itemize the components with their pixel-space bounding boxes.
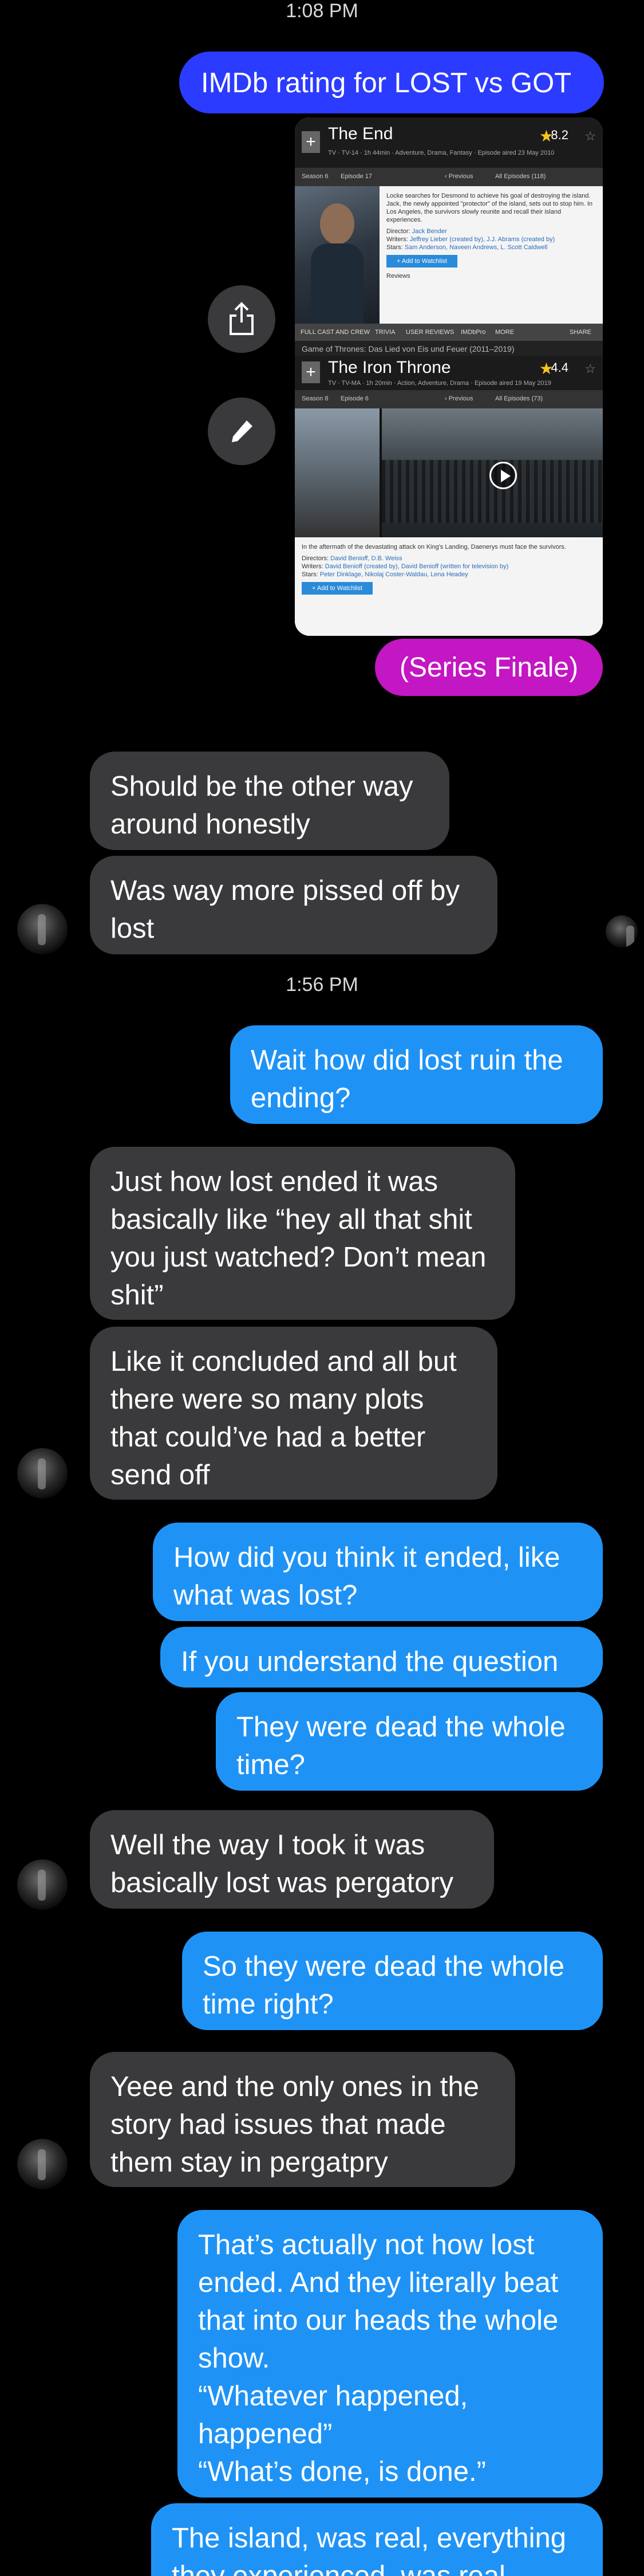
add-icon: +: [302, 131, 320, 153]
imdb-header: + The End TV · TV-14 · 1h 44min · Advent…: [295, 117, 603, 168]
avatar[interactable]: [17, 1448, 68, 1499]
episode-meta: TV · TV-14 · 1h 44min · Adventure, Drama…: [328, 150, 555, 156]
writers-label: Writers:: [386, 236, 408, 243]
share-button[interactable]: [208, 285, 275, 353]
message-incoming[interactable]: Like it concluded and all but there were…: [90, 1327, 497, 1500]
tab: SHARE: [570, 329, 591, 336]
message-incoming[interactable]: Should be the other way around honestly: [90, 752, 449, 850]
episode-media: [295, 408, 603, 537]
rating-value: 4.4: [551, 360, 568, 375]
imdb-header-2: + The Iron Throne TV · TV-MA · 1h 20min …: [295, 356, 603, 390]
tab: USER REVIEWS: [406, 329, 455, 336]
episode-nav: Season 6 Episode 17 ‹ Previous All Episo…: [295, 168, 603, 186]
season-label: Season 6: [302, 173, 329, 180]
markup-button[interactable]: [208, 398, 275, 465]
avatar[interactable]: [17, 2139, 68, 2189]
stars-label: Stars:: [386, 244, 403, 251]
episode-text: Locke searches for Desmond to achieve hi…: [386, 192, 596, 280]
add-icon: +: [302, 361, 320, 383]
episode-label: Episode 6: [341, 395, 369, 402]
pen-icon: [232, 420, 252, 442]
stars-row: Stars: Sam Anderson, Naveen Andrews, L. …: [386, 243, 596, 251]
series-title: Game of Thrones: Das Lied von Eis und Fe…: [302, 344, 515, 353]
plot: In the aftermath of the devastating atta…: [302, 544, 566, 550]
all-episodes-link: All Episodes (73): [495, 395, 543, 402]
all-episodes-link: All Episodes (118): [495, 173, 546, 180]
watchlist-button: + Add to Watchlist: [386, 255, 457, 268]
writers-names: Jeffrey Lieber (created by), J.J. Abrams…: [409, 236, 555, 243]
message-outgoing[interactable]: How did you think it ended, like what wa…: [153, 1523, 603, 1621]
avatar[interactable]: [17, 904, 68, 954]
tab: IMDbPro: [461, 329, 486, 336]
rating-value: 8.2: [551, 128, 568, 142]
rate-this: ☆: [584, 361, 596, 376]
writers-row: Writers: Jeffrey Lieber (created by), J.…: [386, 235, 596, 243]
episode-details-2: In the aftermath of the devastating atta…: [295, 537, 603, 636]
reviews-label: Reviews: [386, 273, 410, 280]
message-outgoing[interactable]: The island, was real, everything they ex…: [151, 2503, 603, 2576]
director-name: Jack Bender: [412, 228, 447, 235]
episode-still: [295, 408, 380, 537]
share-icon: [230, 302, 254, 335]
episode-photo: [295, 186, 380, 324]
directors-row: Directors: David Benioff, D.B. Weiss: [302, 554, 596, 563]
imdb-tabs: FULL CAST AND CREW TRIVIA USER REVIEWS I…: [295, 324, 603, 341]
message-incoming[interactable]: Yeee and the only ones in the story had …: [90, 2052, 515, 2187]
watchlist-button: + Add to Watchlist: [302, 582, 373, 595]
play-icon: [489, 462, 517, 489]
writers-row: Writers: David Benioff (created by), Dav…: [302, 563, 596, 571]
episode-details: Locke searches for Desmond to achieve hi…: [295, 186, 603, 324]
stars-names: Sam Anderson, Naveen Andrews, L. Scott C…: [404, 244, 548, 251]
episode-nav-2: Season 8 Episode 6 ‹ Previous All Episod…: [295, 390, 603, 408]
message-outgoing[interactable]: Wait how did lost ruin the ending?: [230, 1025, 603, 1124]
message-outgoing[interactable]: IMDb rating for LOST vs GOT: [179, 52, 604, 113]
episode-title: The Iron Throne: [328, 358, 451, 377]
stars-label: Stars:: [302, 571, 318, 578]
stars-row: Stars: Peter Dinklage, Nikolaj Coster-Wa…: [302, 571, 596, 579]
previous-link: ‹ Previous: [445, 173, 473, 180]
tab: FULL CAST AND CREW: [301, 329, 370, 336]
episode-meta: TV · TV-MA · 1h 20min · Action, Adventur…: [328, 380, 551, 387]
writers-names: David Benioff (created by), David Beniof…: [325, 563, 509, 570]
season-label: Season 8: [302, 395, 329, 402]
previous-link: ‹ Previous: [445, 395, 473, 402]
director-row: Director: Jack Bender: [386, 227, 596, 235]
message-incoming[interactable]: Well the way I took it was basically los…: [90, 1810, 494, 1909]
message-incoming[interactable]: Was way more pissed off by lost: [90, 856, 497, 954]
stars-names: Peter Dinklage, Nikolaj Coster-Waldau, L…: [319, 571, 468, 578]
message-outgoing[interactable]: So they were dead the whole time right?: [182, 1932, 603, 2030]
writers-label: Writers:: [302, 563, 323, 570]
imdb-screenshot[interactable]: + The End TV · TV-14 · 1h 44min · Advent…: [295, 117, 603, 636]
episode-title: The End: [328, 124, 393, 143]
avatar[interactable]: [17, 1859, 68, 1910]
tab: TRIVIA: [375, 329, 396, 336]
timestamp: 1:56 PM: [286, 974, 358, 996]
message-incoming[interactable]: Just how lost ended it was basically lik…: [90, 1147, 515, 1320]
episode-label: Episode 17: [341, 173, 373, 180]
read-receipt-avatar: [606, 915, 638, 947]
rate-this: ☆: [584, 129, 596, 143]
message-outgoing[interactable]: If you understand the question: [160, 1627, 603, 1688]
plot: Locke searches for Desmond to achieve hi…: [386, 192, 593, 223]
message-outgoing[interactable]: (Series Finale): [375, 639, 603, 696]
director-label: Director:: [386, 228, 410, 235]
tab: MORE: [495, 329, 514, 336]
directors-label: Directors:: [302, 555, 329, 562]
message-outgoing[interactable]: That’s actually not how lost ended. And …: [177, 2210, 603, 2498]
directors-names: David Benioff, D.B. Weiss: [330, 555, 402, 562]
message-outgoing[interactable]: They were dead the whole time?: [216, 1692, 603, 1791]
timestamp: 1:08 PM: [286, 0, 358, 22]
